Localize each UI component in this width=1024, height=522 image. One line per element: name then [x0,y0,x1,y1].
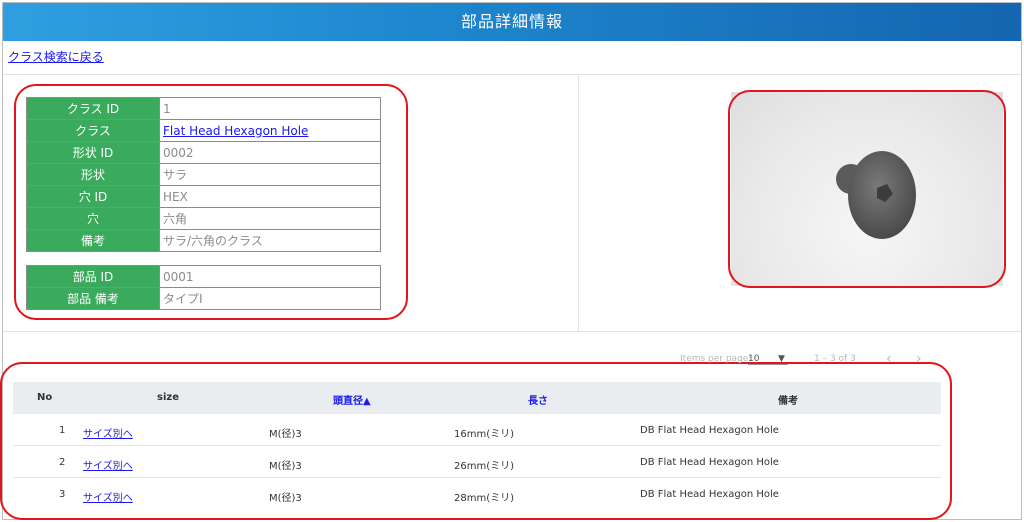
screw-model-image [836,151,916,239]
page-range: 1 – 3 of 3 [814,354,856,364]
info-row: 穴 六角 [26,207,381,230]
info-value: サラ [159,163,381,186]
table-row: 3 サイズ別へ M(径)3 28mm(ミリ) DB Flat Head Hexa… [13,478,941,510]
items-per-page-value: 10 [748,354,760,364]
row-no: 1 [59,425,66,436]
class-info-table: クラス ID 1 クラス Flat Head Hexagon Hole 形状 I… [26,97,381,252]
column-no[interactable]: No [37,392,52,403]
info-row: 備考 サラ/六角のクラス [26,229,381,252]
row-no: 2 [59,457,66,468]
info-row: クラス Flat Head Hexagon Hole [26,119,381,142]
items-per-page-select[interactable]: 10 ▼ [748,354,788,365]
size-detail-link[interactable]: サイズ別へ [83,489,133,504]
info-label: クラス [26,119,160,142]
row-length: 26mm(ミリ) [454,461,515,472]
panel-divider [578,74,579,332]
info-value: サラ/六角のクラス [159,229,381,252]
row-length: 16mm(ミリ) [454,429,515,440]
part-info-table: 部品 ID 0001 部品 備考 タイプI [26,265,381,310]
table-row: 2 サイズ別へ M(径)3 26mm(ミリ) DB Flat Head Hexa… [13,446,941,478]
info-row: 形状 サラ [26,163,381,186]
info-label: 形状 ID [26,141,160,164]
info-row: 形状 ID 0002 [26,141,381,164]
info-row: クラス ID 1 [26,97,381,120]
info-value: 0001 [159,265,381,288]
info-value: HEX [159,185,381,208]
row-note: DB Flat Head Hexagon Hole [640,457,779,468]
row-head-diameter: M(径)3 [269,461,302,472]
class-name-link[interactable]: Flat Head Hexagon Hole [163,124,308,138]
info-row: 部品 ID 0001 [26,265,381,288]
page-title: 部品詳細情報 [460,12,563,31]
prev-page-button[interactable]: ‹ [886,351,892,367]
items-per-page-label: Items per page: [680,354,752,364]
table-row: 1 サイズ別へ M(径)3 16mm(ミリ) DB Flat Head Hexa… [13,414,941,446]
info-label: 形状 [26,163,160,186]
info-value: タイプI [159,287,381,310]
row-note: DB Flat Head Hexagon Hole [640,489,779,500]
info-value: 0002 [159,141,381,164]
info-value: Flat Head Hexagon Hole [159,119,381,142]
part-3d-preview[interactable] [731,92,1003,286]
info-label: 部品 備考 [26,287,160,310]
info-label: 穴 [26,207,160,230]
column-head-diameter[interactable]: 頭直径▲ [333,392,371,407]
info-label: 穴 ID [26,185,160,208]
info-label: 備考 [26,229,160,252]
row-no: 3 [59,489,66,500]
row-head-diameter: M(径)3 [269,493,302,504]
info-row: 部品 備考 タイプI [26,287,381,310]
size-detail-link[interactable]: サイズ別へ [83,457,133,472]
size-detail-link[interactable]: サイズ別へ [83,425,133,440]
next-page-button[interactable]: › [916,351,922,367]
info-row: 穴 ID HEX [26,185,381,208]
grid-header: No size 頭直径▲ 長さ 備考 [13,382,941,414]
column-length[interactable]: 長さ [528,392,548,407]
column-size[interactable]: size [157,392,179,403]
row-head-diameter: M(径)3 [269,429,302,440]
info-value: 六角 [159,207,381,230]
back-to-class-search-link[interactable]: クラス検索に戻る [8,48,104,65]
row-length: 28mm(ミリ) [454,493,515,504]
dropdown-arrow-icon: ▼ [778,354,785,364]
column-note[interactable]: 備考 [778,392,798,407]
row-note: DB Flat Head Hexagon Hole [640,425,779,436]
info-label: 部品 ID [26,265,160,288]
page-header: 部品詳細情報 [3,3,1021,41]
info-value: 1 [159,97,381,120]
info-label: クラス ID [26,97,160,120]
